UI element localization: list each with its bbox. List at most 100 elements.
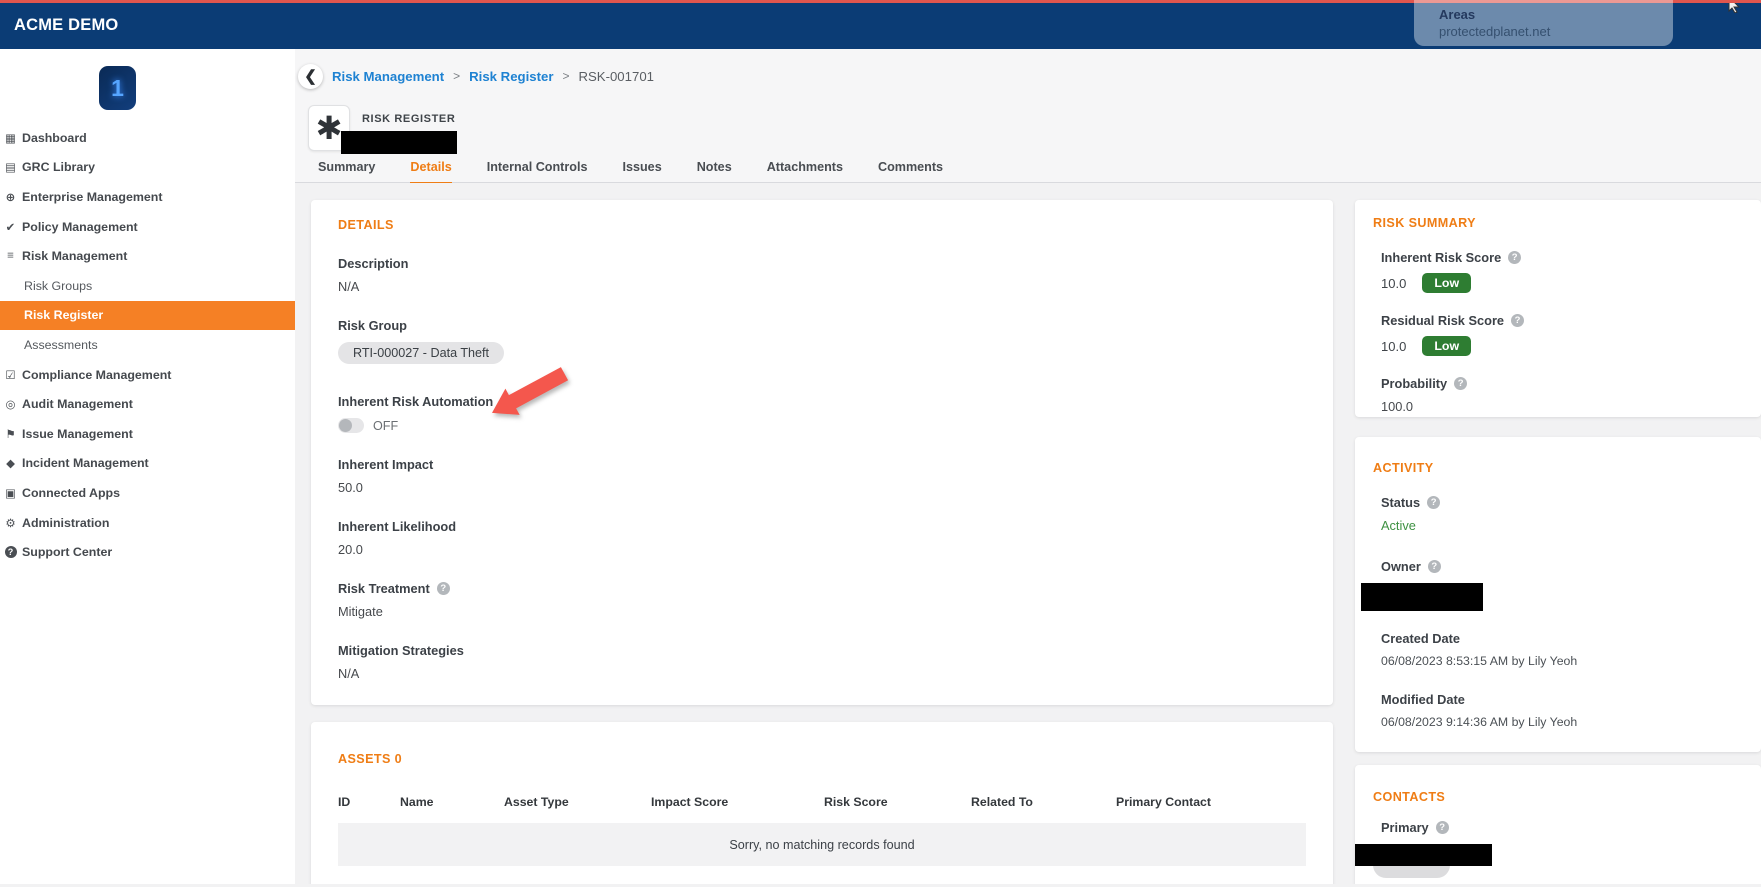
- tab-notes[interactable]: Notes: [697, 160, 732, 185]
- annotation-arrow-icon: [492, 367, 569, 415]
- column-header-impact-score: Impact Score: [651, 795, 729, 809]
- breadcrumb-current: RSK-001701: [578, 68, 654, 84]
- sidebar-item-issue-management[interactable]: ⚑ Issue Management: [0, 419, 295, 449]
- record-header: ❮ Risk Management > Risk Register > RSK-…: [295, 49, 1761, 185]
- primary-contact-label: Primary: [1381, 820, 1429, 835]
- inherent-risk-automation-toggle[interactable]: [338, 418, 364, 433]
- help-icon[interactable]: ?: [1511, 314, 1525, 327]
- sidebar-item-label: Risk Groups: [24, 278, 93, 293]
- risk-summary-card: RISK SUMMARY Inherent Risk Score? 10.0 L…: [1355, 200, 1761, 417]
- risk-treatment-value: Mitigate: [338, 604, 383, 619]
- toggle-knob: [339, 419, 352, 432]
- mitigation-strategies-label: Mitigation Strategies: [338, 643, 464, 658]
- risk-group-label: Risk Group: [338, 318, 407, 333]
- tooltip-url: protectedplanet.net: [1439, 24, 1551, 39]
- description-label: Description: [338, 256, 409, 271]
- column-header-asset-type: Asset Type: [504, 795, 569, 809]
- sidebar-item-assessments[interactable]: Assessments: [0, 330, 295, 360]
- mouse-cursor-icon: [1728, 3, 1741, 13]
- help-icon[interactable]: ?: [1508, 251, 1522, 264]
- help-icon[interactable]: ?: [1435, 821, 1449, 834]
- sidebar-item-label: Risk Register: [24, 308, 104, 323]
- sidebar-item-label: Policy Management: [22, 219, 138, 234]
- sidebar-item-label: Compliance Management: [22, 367, 172, 382]
- sidebar-item-enterprise-management[interactable]: ⊕ Enterprise Management: [0, 182, 295, 212]
- column-header-id: ID: [338, 795, 351, 809]
- breadcrumb: ❮ Risk Management > Risk Register > RSK-…: [298, 63, 1761, 89]
- tab-bar: Summary Details Internal Controls Issues…: [318, 160, 1761, 185]
- help-icon[interactable]: ?: [1427, 560, 1441, 573]
- help-icon[interactable]: ?: [1454, 377, 1468, 390]
- tab-internal-controls[interactable]: Internal Controls: [487, 160, 588, 185]
- sidebar-item-administration[interactable]: ⚙ Administration: [0, 508, 295, 538]
- enterprise-icon: ⊕: [5, 191, 16, 204]
- inherent-risk-score-value: 10.0: [1381, 275, 1407, 291]
- risk-summary-title: RISK SUMMARY: [1373, 216, 1476, 230]
- inherent-risk-score-label: Inherent Risk Score: [1381, 250, 1502, 265]
- sidebar-item-label: Audit Management: [22, 397, 133, 412]
- help-icon[interactable]: ?: [436, 582, 450, 595]
- sidebar-item-grc-library[interactable]: ▤ GRC Library: [0, 153, 295, 183]
- back-button[interactable]: ❮: [298, 63, 323, 89]
- inherent-likelihood-label: Inherent Likelihood: [338, 519, 457, 534]
- probability-label: Probability: [1381, 376, 1448, 391]
- sidebar-item-risk-groups[interactable]: Risk Groups: [0, 271, 295, 301]
- sidebar-item-risk-register[interactable]: Risk Register: [0, 300, 295, 331]
- owner-label: Owner: [1381, 559, 1421, 574]
- sidebar-item-policy-management[interactable]: ✔ Policy Management: [0, 212, 295, 242]
- redacted-owner-value: [1361, 583, 1483, 611]
- sidebar-item-label: Connected Apps: [22, 485, 120, 500]
- incident-icon: ◆: [6, 458, 15, 471]
- contacts-title: CONTACTS: [1373, 790, 1446, 804]
- redacted-record-name: [341, 131, 457, 154]
- column-header-risk-score: Risk Score: [824, 795, 888, 809]
- sidebar: 1 ▦ Dashboard ▤ GRC Library ⊕ Enterprise Ma…: [0, 49, 295, 884]
- sidebar-item-incident-management[interactable]: ◆ Incident Management: [0, 449, 295, 479]
- sidebar-item-connected-apps[interactable]: ▣ Connected Apps: [0, 478, 295, 508]
- sidebar-item-support-center[interactable]: ? Support Center: [0, 537, 295, 567]
- support-icon: ?: [4, 546, 17, 559]
- created-date-label: Created Date: [1381, 631, 1460, 646]
- sidebar-item-label: Enterprise Management: [22, 189, 163, 204]
- breadcrumb-separator: >: [453, 69, 461, 83]
- tab-attachments[interactable]: Attachments: [767, 160, 843, 185]
- sidebar-item-dashboard[interactable]: ▦ Dashboard: [0, 123, 295, 153]
- breadcrumb-risk-management[interactable]: Risk Management: [332, 69, 444, 84]
- sidebar-item-label: Dashboard: [22, 130, 87, 145]
- residual-risk-score-label: Residual Risk Score: [1381, 313, 1505, 328]
- policy-icon: ✔: [5, 221, 16, 234]
- breadcrumb-risk-register[interactable]: Risk Register: [469, 69, 553, 84]
- empty-state-message: Sorry, no matching records found: [338, 823, 1306, 866]
- column-header-primary-contact: Primary Contact: [1116, 795, 1211, 809]
- record-type-label: RISK REGISTER: [362, 113, 456, 125]
- inherent-likelihood-value: 20.0: [338, 542, 363, 557]
- help-icon[interactable]: ?: [1427, 496, 1441, 509]
- top-navbar: ACME DEMO Areas protectedplanet.net: [0, 0, 1761, 49]
- sidebar-item-label: Administration: [22, 515, 110, 530]
- breadcrumb-separator: >: [562, 69, 570, 83]
- inherent-risk-badge: Low: [1422, 273, 1472, 293]
- assets-section-title: ASSETS 0: [338, 752, 403, 766]
- sidebar-item-label: GRC Library: [22, 160, 95, 175]
- grc-library-icon: ▤: [5, 162, 16, 175]
- status-value: Active: [1381, 518, 1416, 533]
- modified-date-label: Modified Date: [1381, 692, 1465, 707]
- contacts-card: CONTACTS Primary?: [1355, 765, 1761, 884]
- sidebar-item-risk-management[interactable]: ≡ Risk Management: [0, 241, 295, 271]
- activity-card: ACTIVITY Status? Active Owner? Created D…: [1355, 437, 1761, 752]
- tab-comments[interactable]: Comments: [878, 160, 943, 185]
- inherent-impact-label: Inherent Impact: [338, 457, 434, 472]
- tab-issues[interactable]: Issues: [622, 160, 661, 185]
- sidebar-item-compliance-management[interactable]: ☑ Compliance Management: [0, 360, 295, 390]
- gear-icon: ⚙: [5, 517, 16, 530]
- sidebar-item-audit-management[interactable]: ◎ Audit Management: [0, 389, 295, 419]
- dashboard-icon: ▦: [5, 132, 16, 145]
- connected-apps-icon: ▣: [5, 487, 16, 500]
- risk-group-chip[interactable]: RTI-000027 - Data Theft: [338, 342, 505, 364]
- tab-details[interactable]: Details: [410, 160, 452, 185]
- residual-risk-score-value: 10.0: [1381, 338, 1407, 354]
- compliance-icon: ☑: [5, 369, 16, 382]
- created-date-value: 06/08/2023 8:53:15 AM by Lily Yeoh: [1381, 654, 1578, 668]
- sidebar-item-label: Risk Management: [22, 249, 128, 264]
- tab-summary[interactable]: Summary: [318, 160, 375, 185]
